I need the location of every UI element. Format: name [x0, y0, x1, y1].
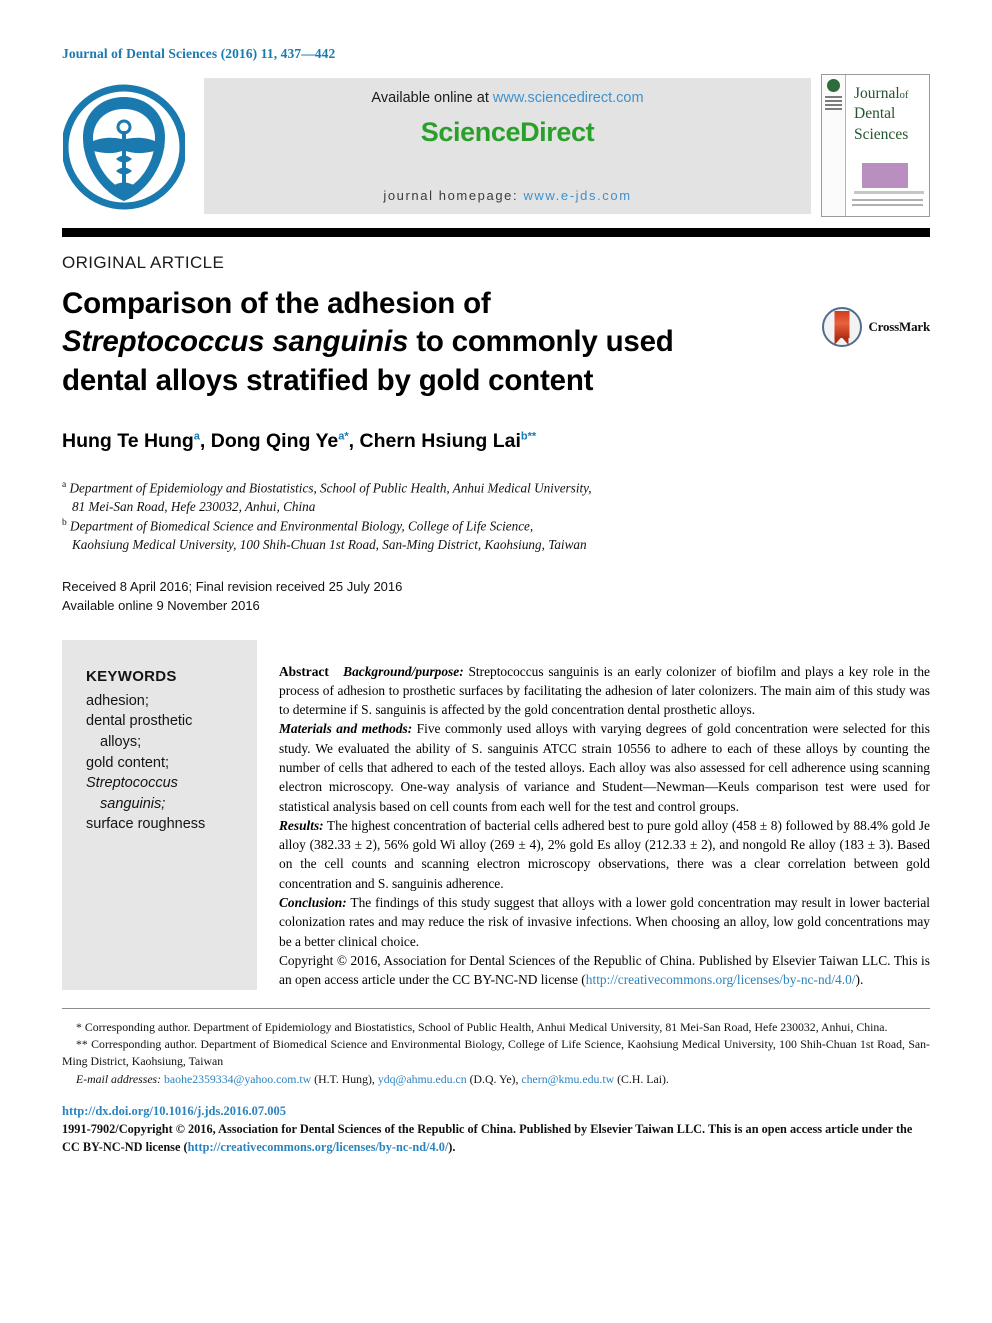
corresponding-author-note-1: * Corresponding author. Department of Ep…: [76, 1019, 888, 1034]
title-line-3: dental alloys stratified by gold content: [62, 363, 594, 397]
available-online-date: Available online 9 November 2016: [62, 598, 260, 613]
author-name-1[interactable]: Hung Te Hung: [62, 430, 194, 452]
running-head: Journal of Dental Sciences (2016) 11, 43…: [62, 46, 336, 61]
cover-photo-caption: [854, 191, 924, 194]
affiliation-b-line1: Department of Biomedical Science and Env…: [70, 518, 534, 534]
footer-copyright: 1991-7902/Copyright © 2016, Association …: [62, 1121, 930, 1156]
affiliation-a-line2: 81 Mei-San Road, Hefe 230032, Anhui, Chi…: [72, 498, 316, 514]
abstract-background-label: Background/purpose:: [343, 663, 464, 679]
cover-side-strip: [822, 75, 846, 216]
keyword-item: adhesion;: [86, 692, 149, 709]
author-affil-marker-2: a*: [338, 430, 349, 443]
cover-title-of: of: [899, 90, 909, 101]
journal-cover-thumbnail[interactable]: Journalof Dental Sciences: [821, 74, 930, 217]
crossmark-badge[interactable]: CrossMark: [822, 307, 930, 347]
journal-masthead: Available online at www.sciencedirect.co…: [62, 74, 930, 222]
author-sep-1: ,: [199, 429, 211, 452]
title-species-name: Streptococcus sanguinis: [62, 325, 409, 359]
author-name-3[interactable]: Chern Hsiung Lai: [359, 430, 520, 452]
abstract-methods-label: Materials and methods:: [279, 721, 413, 737]
abstract-background-paragraph: Abstract Background/purpose: Streptococc…: [279, 662, 930, 720]
society-emblem-icon: [63, 84, 185, 210]
email-link-1[interactable]: baohe2359334@yahoo.com.tw: [164, 1072, 311, 1086]
footnotes: * Corresponding author. Department of Ep…: [62, 1019, 930, 1089]
abstract-conclusion-paragraph: Conclusion: The findings of this study s…: [279, 893, 930, 951]
society-logo: [62, 74, 186, 220]
footer-license-tail: ).: [448, 1139, 456, 1154]
doi-link[interactable]: http://dx.doi.org/10.1016/j.jds.2016.07.…: [62, 1104, 930, 1119]
author-name-2[interactable]: Dong Qing Ye: [211, 430, 338, 452]
author-sep-2: ,: [348, 429, 360, 452]
available-online-line: Available online at www.sciencedirect.co…: [371, 90, 643, 106]
journal-homepage-line: journal homepage: www.e-jds.com: [204, 188, 811, 203]
title-line-2-rest: to commonly used: [408, 325, 674, 359]
affiliation-a-marker: a: [62, 479, 67, 490]
abstract-conclusion-text: The findings of this study suggest that …: [279, 895, 930, 949]
crossmark-icon: [822, 307, 863, 347]
keyword-item: dental prosthetic: [86, 713, 193, 730]
cover-title-line1: Journal: [854, 85, 900, 102]
article-first-page: Journal of Dental Sciences (2016) 11, 43…: [0, 0, 992, 1323]
available-online-prefix: Available online at: [371, 90, 493, 106]
affiliation-b-line2: Kaohsiung Medical University, 100 Shih-C…: [72, 536, 587, 552]
crossmark-label: CrossMark: [868, 319, 930, 334]
keywords-heading: KEYWORDS: [86, 667, 177, 685]
abstract-copyright-tail: ).: [855, 972, 864, 988]
cover-photo: [862, 163, 908, 188]
abstract-results-text: The highest concentration of bacterial c…: [279, 817, 930, 891]
article-type-label: ORIGINAL ARTICLE: [62, 253, 225, 272]
corresponding-author-note-2: ** Corresponding author. Department of B…: [62, 1037, 930, 1069]
email-link-2[interactable]: ydq@ahmu.edu.cn: [378, 1072, 467, 1086]
affiliation-b: b Department of Biomedical Science and E…: [62, 517, 930, 555]
abstract-label: Abstract: [279, 663, 329, 679]
email-link-3[interactable]: chern@kmu.edu.tw: [521, 1072, 614, 1086]
received-date: Received 8 April 2016; Final revision re…: [62, 578, 403, 594]
affiliation-a-line1: Department of Epidemiology and Biostatis…: [69, 480, 592, 496]
keywords-panel: KEYWORDS adhesion; dental prosthetic all…: [62, 639, 257, 990]
abstract-conclusion-label: Conclusion:: [279, 895, 347, 911]
keyword-item: Streptococcus: [86, 775, 178, 792]
sciencedirect-banner: Available online at www.sciencedirect.co…: [204, 78, 811, 214]
email-owner-3: (C.H. Lai).: [614, 1071, 669, 1086]
cover-title-line3: Sciences: [854, 125, 909, 143]
email-owner-2: (D.Q. Ye),: [466, 1071, 522, 1086]
abstract-copyright-paragraph: Copyright © 2016, Association for Dental…: [279, 951, 930, 990]
cover-title: Journalof Dental Sciences: [854, 84, 929, 145]
footer-license-link[interactable]: http://creativecommons.org/licenses/by-n…: [188, 1140, 449, 1154]
cover-footer-text: [852, 199, 923, 209]
title-line-1: Comparison of the adhesion of: [62, 287, 491, 320]
abstract-body: Abstract Background/purpose: Streptococc…: [279, 640, 930, 990]
masthead-divider: [62, 228, 930, 237]
affiliation-a: a Department of Epidemiology and Biostat…: [62, 479, 930, 517]
footnote-divider: [62, 1007, 930, 1009]
page-title: Comparison of the adhesion of Streptococ…: [62, 285, 674, 400]
journal-homepage-url-link[interactable]: www.e-jds.com: [523, 188, 631, 203]
abstract-section: KEYWORDS adhesion; dental prosthetic all…: [62, 639, 930, 990]
title-row: Comparison of the adhesion of Streptococ…: [62, 273, 930, 420]
keyword-item: gold content;: [86, 754, 170, 771]
email-addresses-label: E-mail addresses:: [76, 1071, 162, 1086]
sciencedirect-logo: ScienceDirect: [420, 117, 595, 147]
article-dates: Received 8 April 2016; Final revision re…: [62, 577, 930, 616]
abstract-license-link[interactable]: http://creativecommons.org/licenses/by-n…: [586, 972, 856, 987]
sciencedirect-url-link[interactable]: www.sciencedirect.com: [493, 90, 644, 106]
affiliations: a Department of Epidemiology and Biostat…: [62, 479, 930, 555]
cover-strip-text-lines: [825, 96, 842, 110]
cover-society-mark-icon: [827, 79, 840, 92]
abstract-results-label: Results:: [279, 817, 324, 833]
cover-title-line2: Dental: [854, 105, 896, 123]
author-affil-marker-3: b**: [520, 430, 537, 443]
journal-homepage-prefix: journal homepage:: [383, 188, 524, 203]
author-list: Hung Te Hunga, Dong Qing Yea*, Chern Hsi…: [62, 430, 930, 453]
affiliation-b-marker: b: [62, 517, 67, 528]
email-addresses-note: E-mail addresses: baohe2359334@yahoo.com…: [62, 1071, 930, 1088]
abstract-results-paragraph: Results: The highest concentration of ba…: [279, 816, 930, 893]
email-owner-1: (H.T. Hung),: [311, 1071, 378, 1086]
keyword-item: alloys;: [100, 733, 142, 750]
abstract-methods-paragraph: Materials and methods: Five commonly use…: [279, 719, 930, 815]
keyword-item: sanguinis;: [100, 795, 166, 812]
keyword-item: surface roughness: [86, 816, 206, 833]
